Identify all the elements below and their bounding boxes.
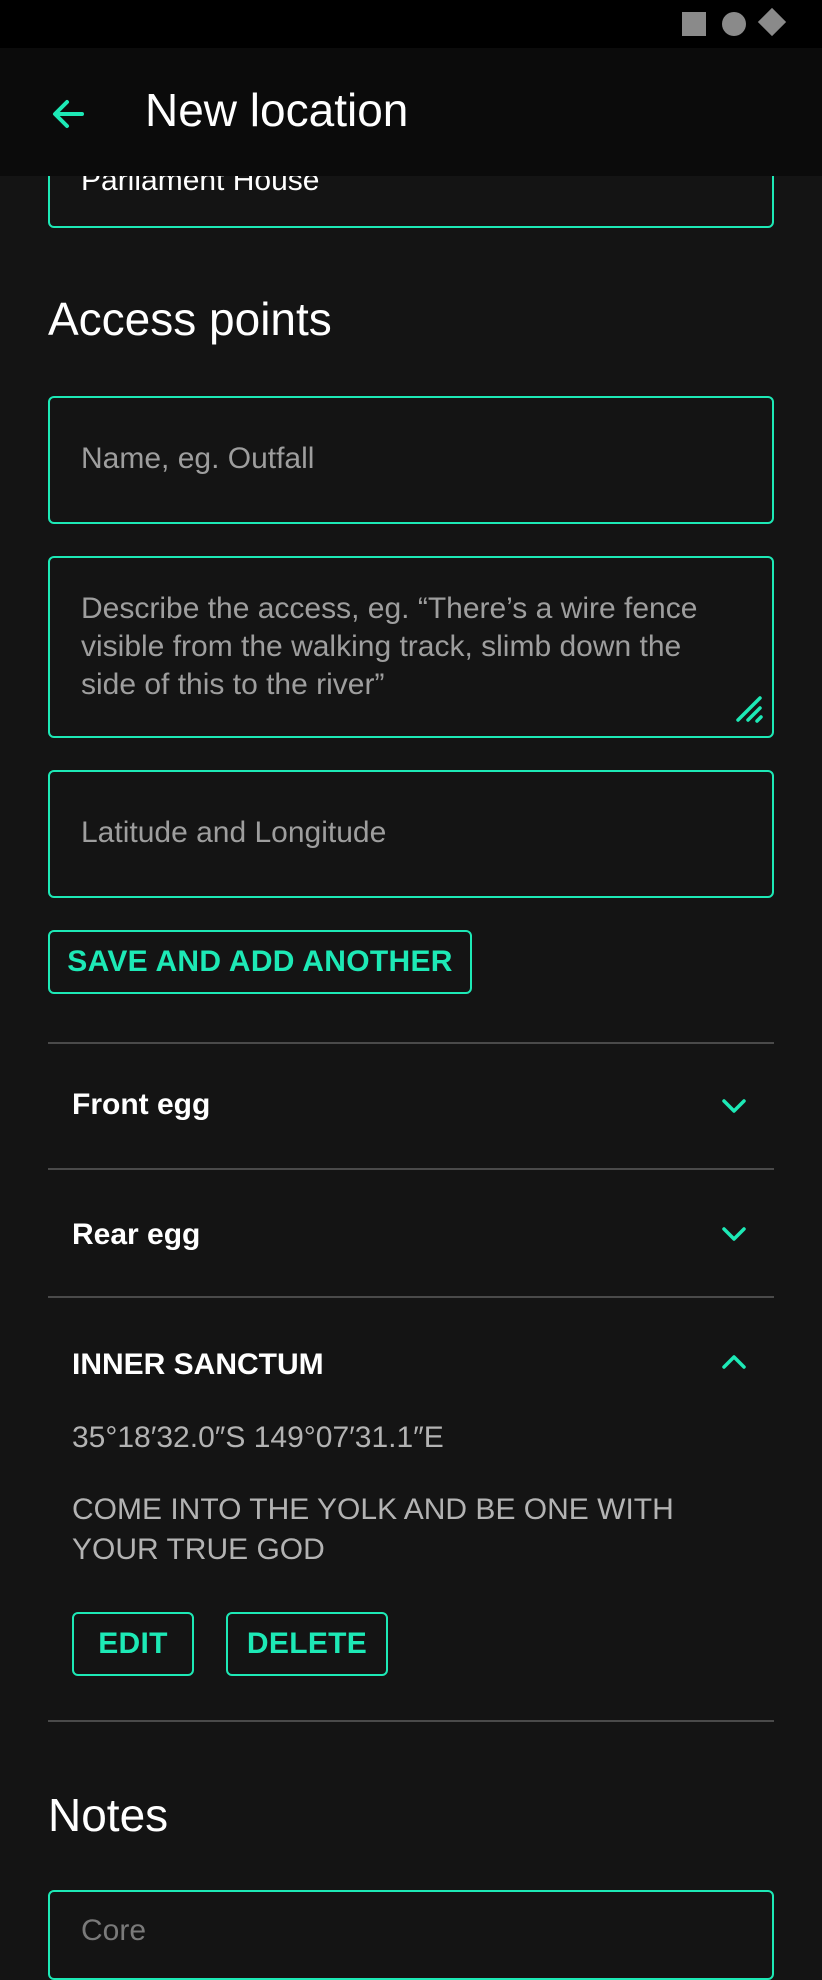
save-and-add-another-button[interactable]: SAVE AND ADD ANOTHER bbox=[48, 930, 472, 994]
access-points-heading: Access points bbox=[48, 293, 332, 345]
circle-icon bbox=[722, 12, 746, 36]
back-button[interactable] bbox=[44, 90, 92, 138]
accordion-title: Rear egg bbox=[72, 1218, 201, 1251]
chevron-up-icon[interactable] bbox=[718, 1346, 750, 1378]
arrow-left-icon bbox=[53, 100, 84, 128]
app-bar: New location bbox=[0, 48, 822, 176]
accordion-title: INNER SANCTUM bbox=[72, 1348, 324, 1381]
chevron-down-icon[interactable] bbox=[718, 1218, 750, 1250]
resize-handle-icon[interactable] bbox=[734, 694, 764, 724]
notes-heading: Notes bbox=[48, 1789, 169, 1841]
latlng-placeholder: Latitude and Longitude bbox=[81, 816, 387, 849]
access-description-input[interactable]: Describe the access, eg. “There’s a wire… bbox=[48, 556, 774, 738]
edit-button[interactable]: EDIT bbox=[72, 1612, 194, 1676]
page-title: New location bbox=[145, 84, 409, 136]
access-name-placeholder: Name, eg. Outfall bbox=[81, 442, 315, 475]
notes-placeholder: Core bbox=[81, 1914, 147, 1947]
divider bbox=[48, 1168, 774, 1170]
latlng-input[interactable]: Latitude and Longitude bbox=[48, 770, 774, 898]
chevron-down-icon[interactable] bbox=[718, 1090, 750, 1122]
scroll-content[interactable]: Parliament House Access points Name, eg.… bbox=[0, 0, 822, 1980]
access-point-coordinates: 35°18′32.0″S 149°07′31.1″E bbox=[72, 1421, 444, 1454]
divider bbox=[48, 1042, 774, 1044]
square-icon bbox=[682, 12, 706, 36]
access-point-description: COME INTO THE YOLK AND BE ONE WITH YOUR … bbox=[72, 1493, 674, 1566]
status-bar bbox=[0, 0, 822, 48]
divider bbox=[48, 1296, 774, 1298]
notes-input[interactable]: Core bbox=[48, 1890, 774, 1980]
access-name-input[interactable]: Name, eg. Outfall bbox=[48, 396, 774, 524]
accordion-title: Front egg bbox=[72, 1088, 211, 1121]
diamond-icon bbox=[757, 7, 787, 37]
delete-button[interactable]: DELETE bbox=[226, 1612, 388, 1676]
access-description-placeholder: Describe the access, eg. “There’s a wire… bbox=[81, 592, 698, 701]
divider bbox=[48, 1720, 774, 1722]
